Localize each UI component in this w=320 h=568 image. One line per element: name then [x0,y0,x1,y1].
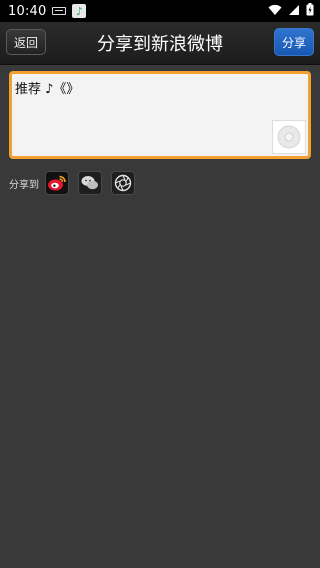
attachment-thumbnail[interactable] [272,120,306,154]
cellular-signal-icon [289,4,299,15]
system-status-icons [268,3,314,16]
share-target-moments[interactable] [111,171,135,195]
main-content: 推荐 ♪《》 分享到 [0,65,320,568]
weibo-icon [48,175,66,191]
keyboard-icon [52,7,67,15]
share-targets-row: 分享到 [9,171,144,195]
share-button[interactable]: 分享 [274,28,314,56]
back-button[interactable]: 返回 [6,29,46,55]
wechat-icon [81,176,98,190]
wifi-icon [268,4,282,15]
header-bar: 分享到新浪微博 返回 分享 [0,22,320,65]
moments-icon [114,174,132,192]
share-target-wechat[interactable] [78,171,102,195]
status-time: 10:40 [8,3,47,19]
music-app-icon: ♪ [72,4,87,18]
page-title: 分享到新浪微博 [97,34,223,55]
compose-textarea[interactable]: 推荐 ♪《》 [9,71,311,159]
disc-icon [277,125,301,149]
share-to-label: 分享到 [9,179,39,191]
share-target-weibo[interactable] [45,171,69,195]
status-bar: 10:40 ♪ [0,0,320,22]
notification-icons: ♪ [52,4,87,18]
battery-icon [306,3,314,16]
compose-text[interactable]: 推荐 ♪《》 [15,78,79,97]
